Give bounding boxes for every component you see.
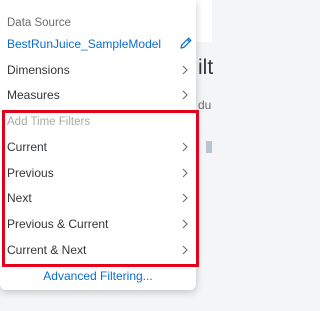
chevron-right-icon [182,65,188,75]
menu-item-label: Previous [7,166,54,180]
data-source-model-name[interactable]: BestRunJuice_SampleModel [7,37,161,51]
chevron-right-icon [182,193,188,203]
chevron-right-icon [182,245,188,255]
menu-item-next[interactable]: Next [0,185,196,211]
menu-item-previous[interactable]: Previous [0,160,196,186]
chevron-right-icon [182,168,188,178]
background-subtitle-fragment: du [198,98,212,112]
menu-item-label: Measures [7,88,60,102]
menu-item-current-and-next[interactable]: Current & Next [0,237,196,263]
menu-item-current[interactable]: Current [0,134,196,160]
chevron-right-icon [182,142,188,152]
chevron-right-icon [182,90,188,100]
data-source-label: Data Source [7,17,71,29]
menu-item-measures[interactable]: Measures [0,82,196,108]
menu-item-label: Dimensions [7,63,70,77]
pencil-icon[interactable] [179,36,193,50]
menu-item-dimensions[interactable]: Dimensions [0,57,196,83]
filter-popover: Data Source BestRunJuice_SampleModel Dim… [0,0,196,290]
time-filters-header: Add Time Filters [7,116,91,128]
background-chip [206,141,212,153]
menu-item-label: Next [7,191,32,205]
chevron-right-icon [182,219,188,229]
menu-item-label: Current & Next [7,243,87,257]
menu-item-label: Previous & Current [7,217,109,231]
advanced-filtering-link[interactable]: Advanced Filtering... [0,269,196,283]
menu-item-label: Current [7,140,48,154]
menu-item-previous-and-current[interactable]: Previous & Current [0,211,196,237]
background-title-fragment: ilt [198,56,214,79]
